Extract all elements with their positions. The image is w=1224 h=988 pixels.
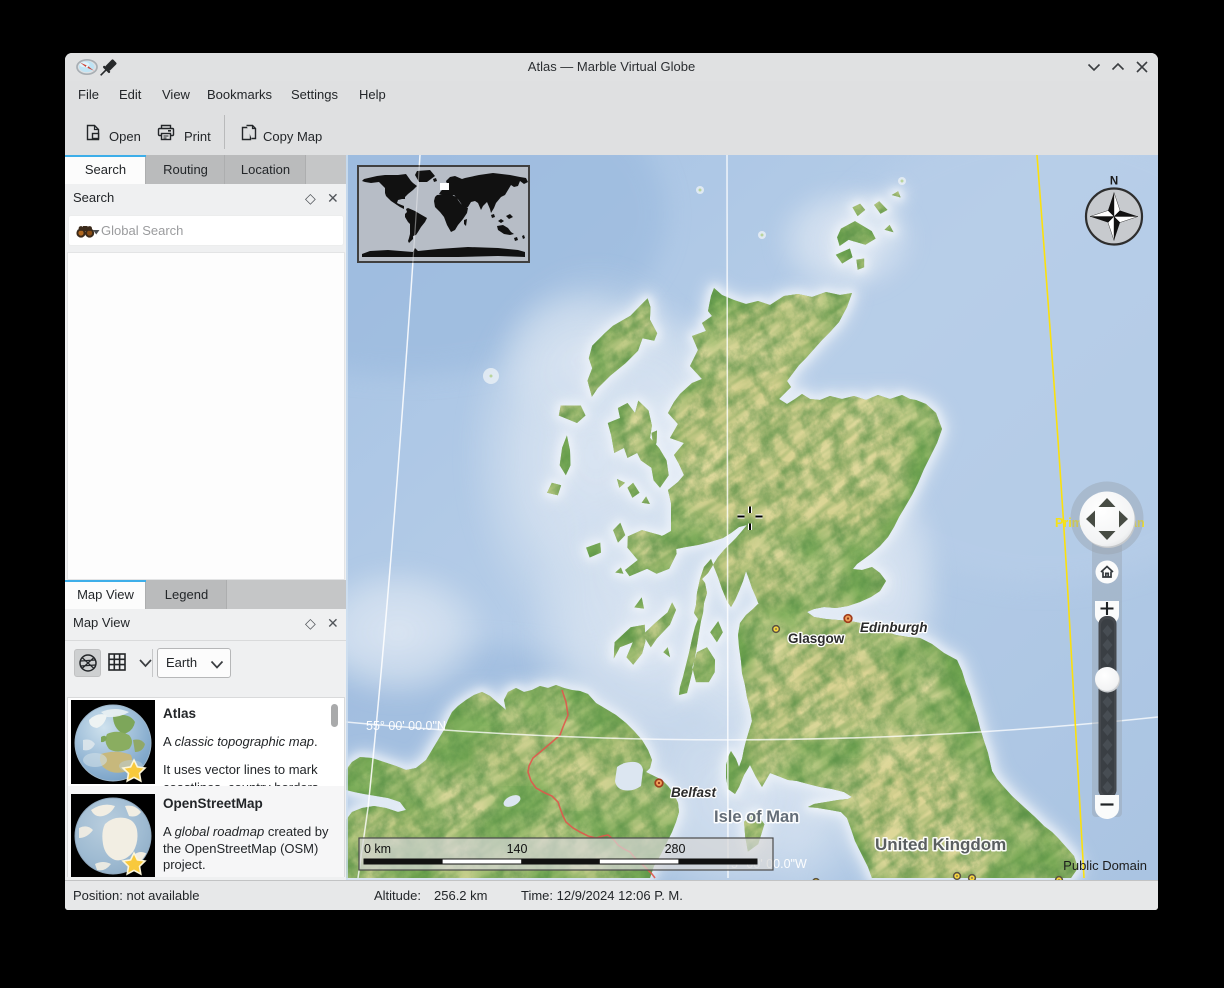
svg-text:140: 140 — [507, 842, 528, 856]
svg-text:0 km: 0 km — [364, 842, 391, 856]
svg-text:Glasgow: Glasgow — [788, 631, 845, 646]
svg-text:280: 280 — [665, 842, 686, 856]
svg-text:55° 00' 00.0"N: 55° 00' 00.0"N — [366, 719, 446, 733]
svg-text:Isle of Man: Isle of Man — [714, 808, 799, 826]
svg-text:Edinburgh: Edinburgh — [860, 620, 928, 635]
svg-text:Public Domain: Public Domain — [1063, 858, 1147, 873]
svg-text:N: N — [1110, 176, 1118, 188]
svg-text:United Kingdom: United Kingdom — [875, 835, 1006, 854]
svg-text:Belfast: Belfast — [671, 785, 717, 800]
